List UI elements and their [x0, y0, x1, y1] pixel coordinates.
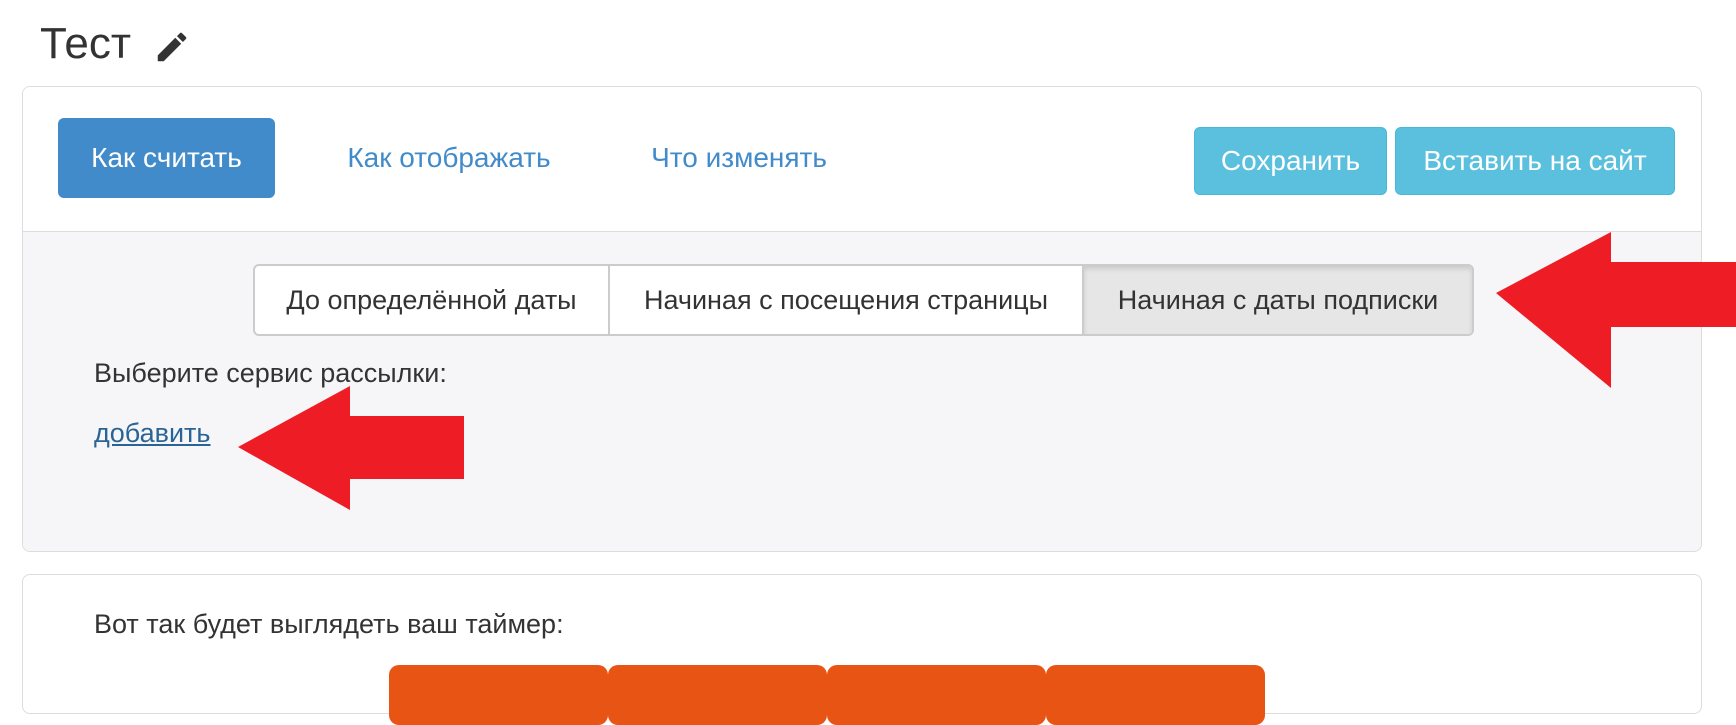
timer-digit-box — [389, 665, 608, 725]
mode-option-until-date[interactable]: До определённой даты — [255, 266, 608, 334]
timer-digit-box — [608, 665, 827, 725]
pencil-icon[interactable] — [153, 28, 191, 66]
tab-how-to-count[interactable]: Как считать — [58, 118, 275, 198]
preview-label: Вот так будет выглядеть ваш таймер: — [94, 609, 564, 639]
page-title-text: Тест — [40, 19, 132, 68]
red-arrow-annotation — [238, 386, 464, 510]
page-title: Тест — [40, 14, 191, 74]
timer-digit-box — [1046, 665, 1265, 725]
tab-how-to-display[interactable]: Как отображать — [323, 118, 575, 198]
tab-what-to-change[interactable]: Что изменять — [639, 118, 839, 198]
timer-digit-box — [827, 665, 1046, 725]
mailing-service-label: Выберите сервис рассылки: — [94, 358, 447, 388]
save-button[interactable]: Сохранить — [1194, 127, 1387, 195]
insert-on-site-button[interactable]: Вставить на сайт — [1395, 127, 1675, 195]
settings-header: Как считать Как отображать Что изменять … — [23, 87, 1701, 232]
mode-option-from-subscription-date[interactable]: Начиная с даты подписки — [1082, 266, 1472, 334]
preview-card: Вот так будет выглядеть ваш таймер: — [22, 574, 1702, 725]
add-mailing-service-link[interactable]: добавить — [94, 418, 211, 449]
red-arrow-annotation — [1496, 232, 1736, 388]
mode-segmented-control: До определённой даты Начиная с посещения… — [253, 264, 1474, 336]
mode-option-from-page-visit[interactable]: Начиная с посещения страницы — [608, 266, 1082, 334]
